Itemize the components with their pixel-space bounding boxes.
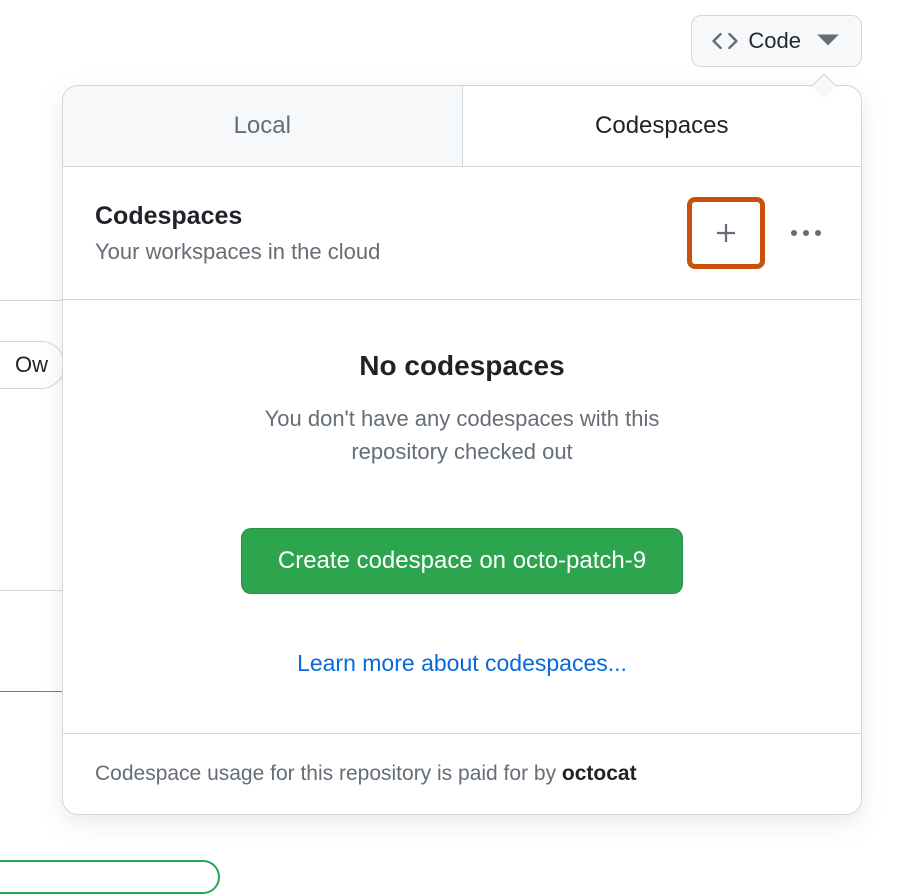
tab-local[interactable]: Local xyxy=(63,86,463,166)
tab-codespaces-label: Codespaces xyxy=(595,112,728,139)
code-icon xyxy=(712,28,738,54)
tab-local-label: Local xyxy=(234,112,291,139)
empty-state: No codespaces You don't have any codespa… xyxy=(63,300,861,734)
code-button[interactable]: Code xyxy=(691,15,862,67)
tabs: Local Codespaces xyxy=(63,86,861,167)
empty-title: No codespaces xyxy=(103,350,821,382)
code-button-label: Code xyxy=(748,28,801,54)
learn-more-link[interactable]: Learn more about codespaces... xyxy=(103,650,821,677)
kebab-dot xyxy=(803,230,809,236)
footer-owner: octocat xyxy=(562,762,637,785)
plus-icon xyxy=(714,221,738,245)
header-text: Codespaces Your workspaces in the cloud xyxy=(95,202,380,265)
background-badge xyxy=(0,860,220,894)
codespaces-header: Codespaces Your workspaces in the cloud xyxy=(63,167,861,300)
tab-codespaces[interactable]: Codespaces xyxy=(463,86,862,167)
empty-description: You don't have any codespaces with this … xyxy=(222,402,702,468)
create-button-label: Create codespace on octo-patch-9 xyxy=(278,547,646,574)
chevron-down-icon xyxy=(815,28,841,54)
footer: Codespace usage for this repository is p… xyxy=(63,734,861,814)
header-actions xyxy=(687,197,829,269)
learn-more-label: Learn more about codespaces... xyxy=(297,650,627,676)
header-subtitle: Your workspaces in the cloud xyxy=(95,239,380,265)
kebab-dot xyxy=(815,230,821,236)
footer-prefix: Codespace usage for this repository is p… xyxy=(95,762,562,785)
header-title: Codespaces xyxy=(95,202,380,231)
background-pill: Ow xyxy=(0,341,65,389)
more-options-button[interactable] xyxy=(783,222,829,244)
kebab-dot xyxy=(791,230,797,236)
code-popover: Local Codespaces Codespaces Your workspa… xyxy=(62,85,862,815)
create-codespace-button[interactable]: Create codespace on octo-patch-9 xyxy=(241,528,683,594)
pill-text: Ow xyxy=(15,352,48,378)
background-row-2 xyxy=(0,590,65,692)
add-codespace-button[interactable] xyxy=(687,197,765,269)
